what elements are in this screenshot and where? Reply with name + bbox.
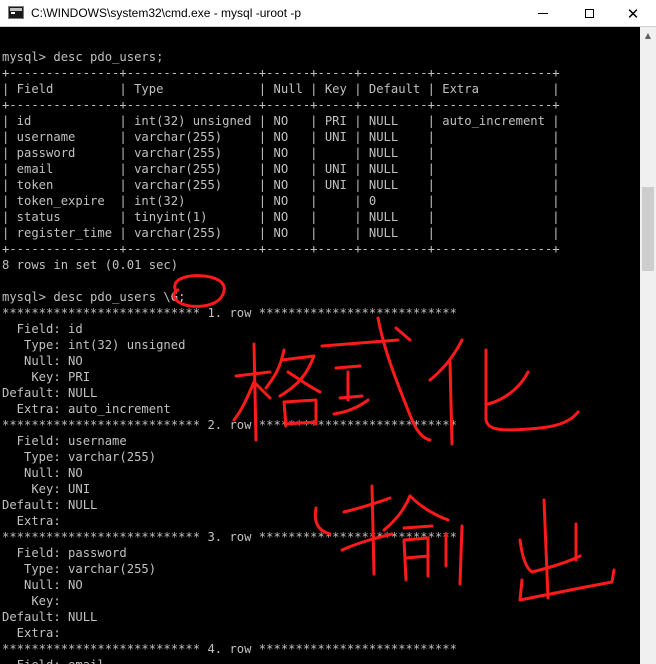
maximize-button[interactable] xyxy=(566,0,612,27)
cmd-window: C:\WINDOWS\system32\cmd.exe - mysql -uro… xyxy=(0,0,656,664)
minimize-icon xyxy=(538,13,548,14)
console-line: Null: NO xyxy=(2,578,83,592)
console-line: | token_expire | int(32) | NO | | 0 | | xyxy=(2,194,560,208)
console-line: Null: NO xyxy=(2,354,83,368)
title-bar[interactable]: C:\WINDOWS\system32\cmd.exe - mysql -uro… xyxy=(0,0,656,27)
console-line: Field: username xyxy=(2,434,127,448)
console-line: mysql> desc pdo_users; xyxy=(2,50,164,64)
console-output[interactable]: mysql> desc pdo_users; +---------------+-… xyxy=(0,27,640,664)
console-line: Field: email xyxy=(2,657,105,664)
console-line: Extra: xyxy=(2,626,61,640)
console-line: Default: NULL xyxy=(2,498,98,512)
console-line: | Field | Type | Null | Key | Default | … xyxy=(2,82,560,96)
minimize-button[interactable] xyxy=(520,0,566,27)
close-button[interactable]: ✕ xyxy=(610,0,656,27)
close-icon: ✕ xyxy=(626,4,640,23)
console-line: Type: varchar(255) xyxy=(2,562,157,576)
console-line: Key: PRI xyxy=(2,370,91,384)
console-line: +---------------+------------------+----… xyxy=(2,242,560,256)
console-line: +---------------+------------------+----… xyxy=(2,98,560,112)
console-line: | status | tinyint(1) | NO | | NULL | | xyxy=(2,210,560,224)
console-line: *************************** 4. row *****… xyxy=(2,642,457,656)
vertical-scrollbar[interactable]: ▲ xyxy=(640,27,656,664)
console-line: Type: int(32) unsigned xyxy=(2,338,186,352)
console-line: | register_time | varchar(255) | NO | | … xyxy=(2,226,560,240)
console-line: mysql> desc pdo_users \G; xyxy=(2,290,186,304)
scroll-up-arrow-icon[interactable]: ▲ xyxy=(640,27,656,44)
console-line: | token | varchar(255) | NO | UNI | NULL… xyxy=(2,178,560,192)
console-line: Extra: auto_increment xyxy=(2,402,171,416)
console-line: *************************** 1. row *****… xyxy=(2,306,457,320)
console-line: Extra: xyxy=(2,514,61,528)
console-line: 8 rows in set (0.01 sec) xyxy=(2,258,179,272)
console-line: Key: UNI xyxy=(2,482,91,496)
console-line: | username | varchar(255) | NO | UNI | N… xyxy=(2,130,560,144)
scrollbar-thumb[interactable] xyxy=(642,187,654,271)
console-line: Null: NO xyxy=(2,466,83,480)
console-line: *************************** 2. row *****… xyxy=(2,418,457,432)
console-line: +---------------+------------------+----… xyxy=(2,66,560,80)
console-line: Default: NULL xyxy=(2,610,98,624)
console-line: Type: varchar(255) xyxy=(2,450,157,464)
console-line: Field: id xyxy=(2,322,83,336)
console-line: | id | int(32) unsigned | NO | PRI | NUL… xyxy=(2,114,560,128)
maximize-icon xyxy=(584,9,594,18)
window-title: C:\WINDOWS\system32\cmd.exe - mysql -uro… xyxy=(31,6,302,20)
cmd-app-icon[interactable] xyxy=(8,6,24,19)
console-line: Field: password xyxy=(2,546,127,560)
console-line: Default: NULL xyxy=(2,386,98,400)
console-line: | password | varchar(255) | NO | | NULL … xyxy=(2,146,560,160)
console-line: *************************** 3. row *****… xyxy=(2,530,457,544)
console-line: Key: xyxy=(2,594,61,608)
console-line: | email | varchar(255) | NO | UNI | NULL… xyxy=(2,162,560,176)
